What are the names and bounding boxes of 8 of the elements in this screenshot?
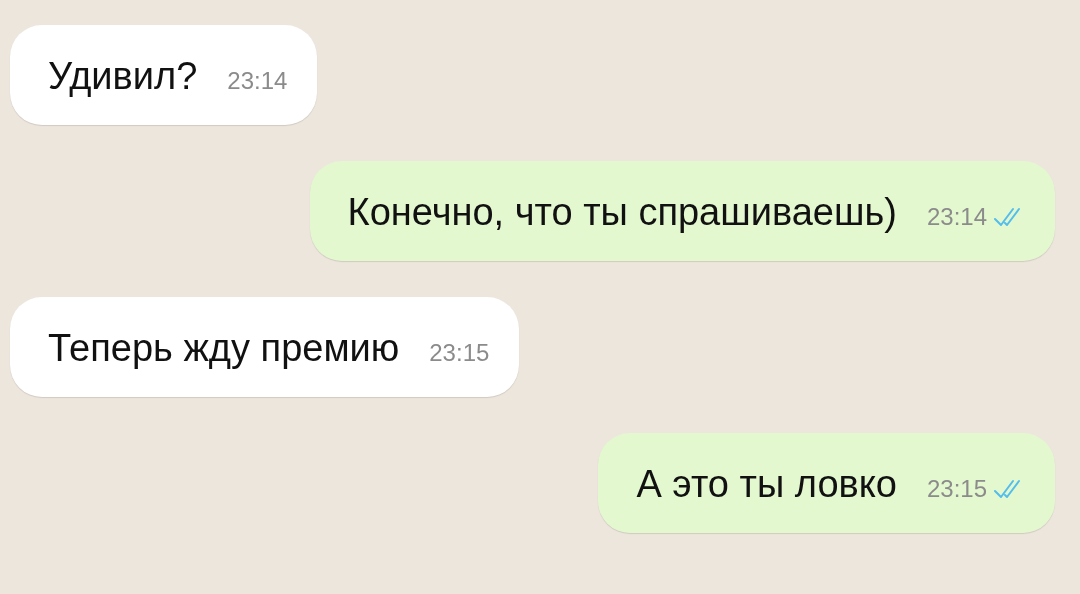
message-text: Теперь жду премию [48, 326, 400, 371]
message-time: 23:14 [227, 67, 288, 95]
message-time: 23:15 [926, 475, 987, 503]
message-text: Удивил? [48, 54, 198, 99]
message-text: Конечно, что ты спрашиваешь) [347, 190, 897, 235]
message-time: 23:15 [429, 339, 490, 367]
message-time: 23:14 [926, 203, 987, 231]
message-text: А это ты ловко [636, 462, 897, 507]
